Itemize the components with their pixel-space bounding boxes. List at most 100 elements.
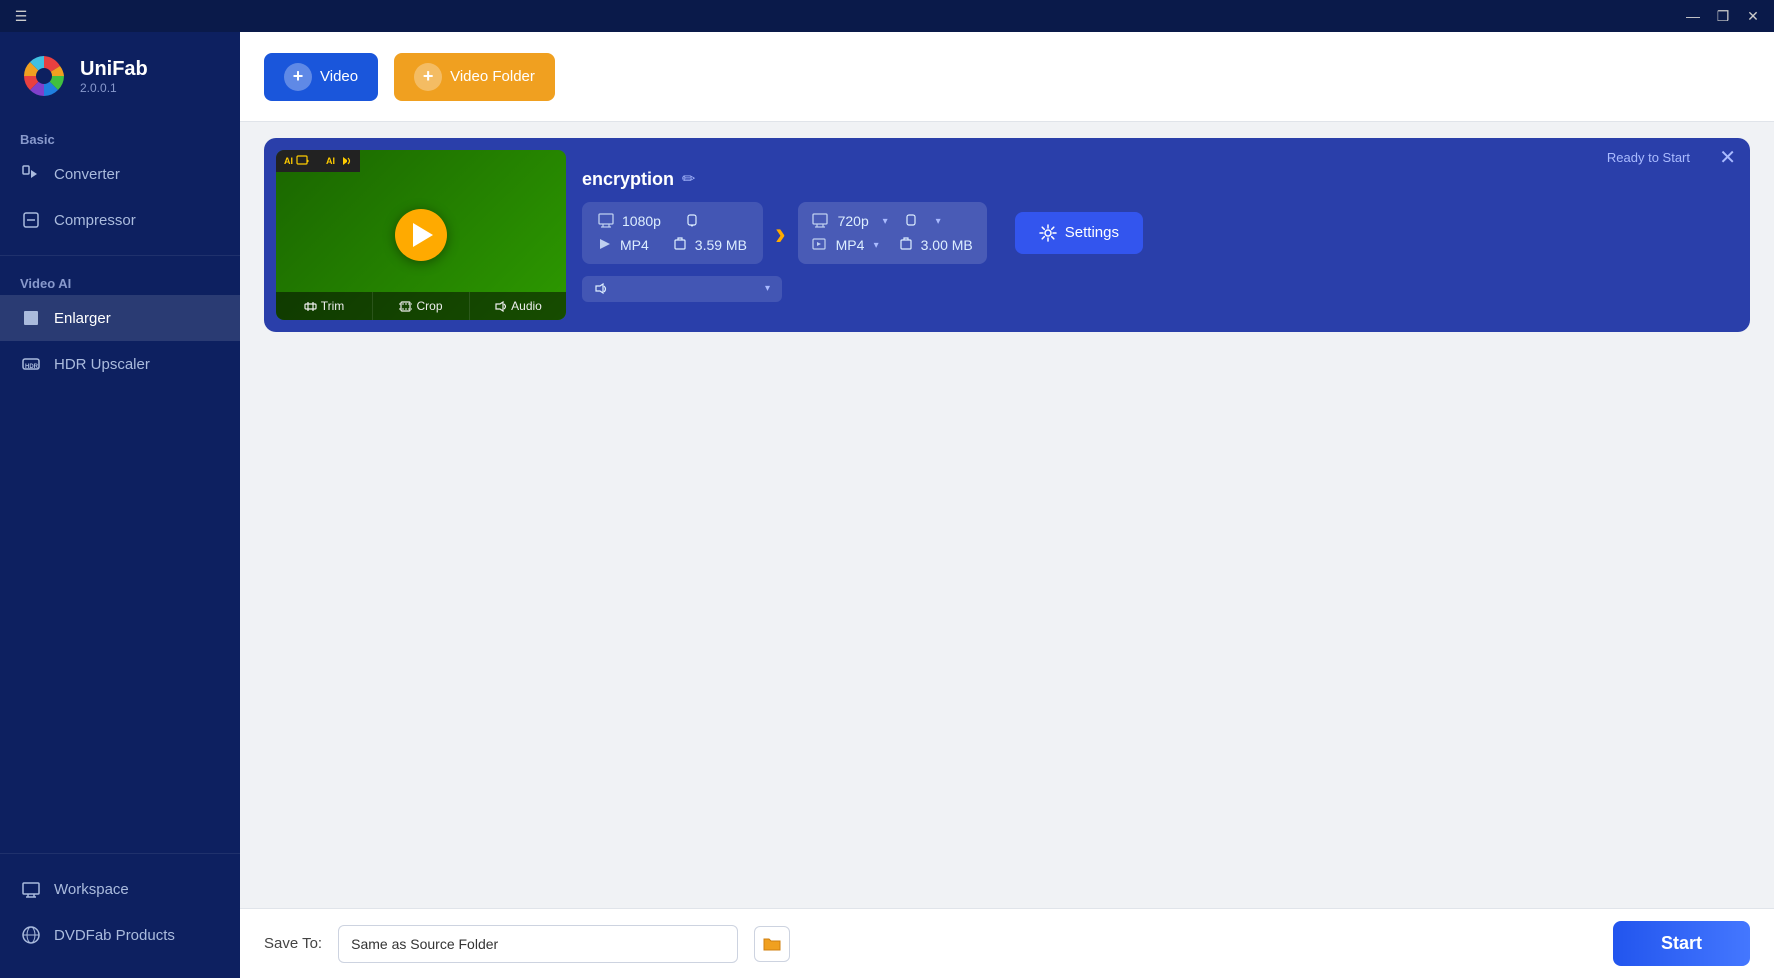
convert-arrow: ›	[775, 217, 786, 249]
resolution-chevron-icon: ▾	[883, 216, 888, 227]
ai-badges: AI AI	[276, 150, 360, 172]
format-chevron-icon: ▾	[874, 240, 879, 251]
edit-icon[interactable]: ✏	[682, 169, 695, 189]
sidebar-item-enlarger[interactable]: Enlarger	[0, 295, 240, 341]
maximize-button[interactable]: ❒	[1710, 6, 1736, 26]
monitor-icon	[598, 212, 614, 231]
toolbar: + Video + Video Folder	[240, 32, 1774, 122]
add-folder-label: Video Folder	[450, 68, 535, 85]
source-format-line: MP4 3.59 MB	[598, 237, 747, 254]
menu-button[interactable]: ☰	[8, 6, 34, 26]
audio-track-selector[interactable]: ▾	[582, 276, 782, 302]
target-info: 720p 1080p 1440p 4K ▾	[798, 202, 987, 264]
add-video-button[interactable]: + Video	[264, 53, 378, 101]
hdr-upscaler-label: HDR Upscaler	[54, 356, 150, 373]
ai-video-badge: AI	[276, 150, 318, 172]
add-folder-button[interactable]: + Video Folder	[394, 53, 555, 101]
format-row: 1080p MP4	[582, 202, 1734, 264]
hdr-icon: HDR	[20, 353, 42, 375]
crop-label: Crop	[416, 299, 442, 313]
section-videoai-label: Video AI	[0, 268, 240, 295]
workspace-icon	[20, 878, 42, 900]
target-resolution-select[interactable]: 720p 1080p 1440p 4K	[836, 213, 879, 229]
video-thumbnail: AI AI Trim	[276, 150, 566, 320]
sidebar-item-dvdfab[interactable]: DVDFab Products	[0, 912, 240, 958]
start-button[interactable]: Start	[1613, 921, 1750, 966]
settings-label: Settings	[1065, 224, 1119, 241]
svg-text:HDR: HDR	[25, 364, 39, 370]
target-format-select-row: MP4 MKV AVI MOV ▾	[834, 237, 879, 253]
status-badge: Ready to Start	[1607, 150, 1690, 165]
add-video-icon: +	[284, 63, 312, 91]
close-button[interactable]: ✕	[1740, 6, 1766, 26]
save-to-label: Save To:	[264, 935, 322, 952]
audio-label: Audio	[511, 299, 542, 313]
target-size: 3.00 MB	[921, 237, 973, 253]
file-name-row: encryption ✏	[582, 169, 1734, 190]
enlarger-label: Enlarger	[54, 310, 111, 327]
source-audio-icon	[685, 213, 699, 230]
converter-label: Converter	[54, 166, 120, 183]
target-format-select[interactable]: MP4 MKV AVI MOV	[834, 237, 870, 253]
title-bar: ☰ — ❒ ✕	[0, 0, 1774, 32]
video-list-area: AI AI Trim	[240, 122, 1774, 908]
dvdfab-label: DVDFab Products	[54, 927, 175, 944]
trim-label: Trim	[321, 299, 345, 313]
compressor-label: Compressor	[54, 212, 136, 229]
sidebar-divider-2	[0, 853, 240, 854]
audio-button[interactable]: Audio	[470, 292, 566, 320]
play-button[interactable]	[395, 209, 447, 261]
workspace-label: Workspace	[54, 881, 129, 898]
target-format-line: MP4 MKV AVI MOV ▾	[812, 237, 973, 254]
sidebar-divider-1	[0, 255, 240, 256]
play-format-icon	[598, 237, 612, 254]
logo-text: UniFab 2.0.0.1	[80, 58, 148, 95]
main-content: + Video + Video Folder AI	[240, 32, 1774, 978]
source-info: 1080p MP4	[582, 202, 763, 264]
settings-button[interactable]: Settings	[1015, 212, 1143, 254]
conversion-details: encryption ✏ 1080p	[582, 169, 1734, 302]
app-logo	[20, 52, 68, 100]
folder-icon	[762, 934, 782, 954]
target-resolution-line: 720p 1080p 1440p 4K ▾	[812, 212, 973, 231]
source-format: MP4	[620, 237, 649, 253]
app-name: UniFab	[80, 58, 148, 81]
dvdfab-icon	[20, 924, 42, 946]
source-resolution-line: 1080p	[598, 212, 747, 231]
crop-button[interactable]: Crop	[373, 292, 470, 320]
trim-button[interactable]: Trim	[276, 292, 373, 320]
sidebar-item-workspace[interactable]: Workspace	[0, 866, 240, 912]
video-controls-row: Trim Crop Audio	[276, 292, 566, 320]
close-card-button[interactable]: ✕	[1719, 148, 1736, 168]
settings-icon	[1039, 224, 1057, 242]
video-item-card: AI AI Trim	[264, 138, 1750, 332]
ai-audio-badge: AI	[318, 150, 360, 172]
bottom-bar: Save To: Start	[240, 908, 1774, 978]
browse-folder-button[interactable]	[754, 926, 790, 962]
add-video-label: Video	[320, 68, 358, 85]
target-monitor-icon	[812, 212, 828, 231]
sidebar-item-hdr-upscaler[interactable]: HDR HDR Upscaler	[0, 341, 240, 387]
sidebar-item-converter[interactable]: Converter	[0, 151, 240, 197]
audio-select-row: ▾	[582, 276, 1734, 302]
file-name: encryption	[582, 169, 674, 190]
target-play-icon	[812, 237, 826, 254]
target-audio-select-row: ▾	[928, 213, 941, 229]
minimize-button[interactable]: —	[1680, 6, 1706, 26]
enlarger-icon	[20, 307, 42, 329]
target-audio-icon	[904, 213, 918, 230]
sidebar: UniFab 2.0.0.1 Basic Converter Compresso…	[0, 32, 240, 978]
compressor-icon	[20, 209, 42, 231]
add-folder-icon: +	[414, 63, 442, 91]
section-basic-label: Basic	[0, 124, 240, 151]
sidebar-item-compressor[interactable]: Compressor	[0, 197, 240, 243]
save-to-input[interactable]	[338, 925, 738, 963]
app-body: UniFab 2.0.0.1 Basic Converter Compresso…	[0, 32, 1774, 978]
target-audio-select[interactable]	[928, 213, 932, 229]
app-version: 2.0.0.1	[80, 81, 148, 95]
source-size-icon	[673, 237, 687, 254]
volume-icon	[594, 282, 608, 296]
converter-icon	[20, 163, 42, 185]
target-size-icon	[899, 237, 913, 254]
audio-track-chevron-icon: ▾	[765, 283, 770, 294]
